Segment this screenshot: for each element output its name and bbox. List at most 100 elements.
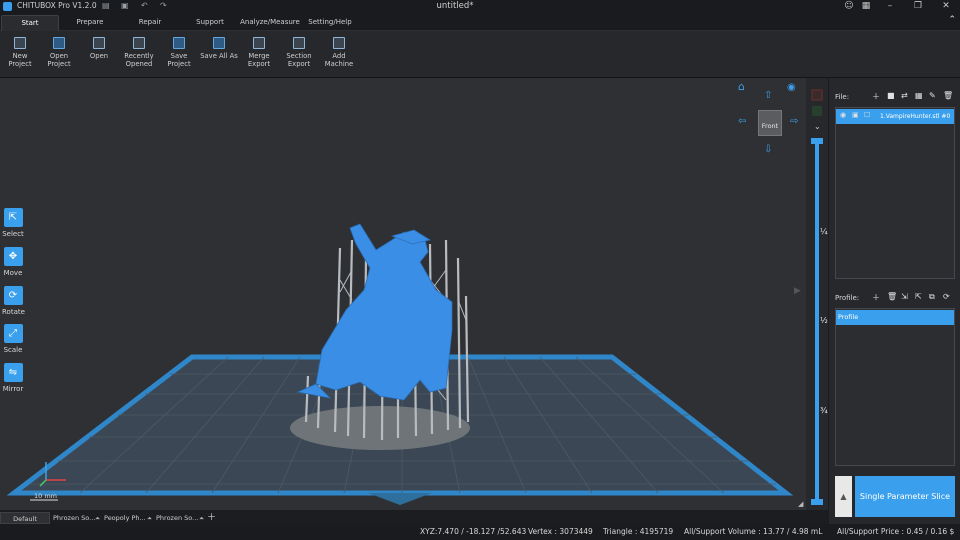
profile-list[interactable] bbox=[835, 308, 955, 466]
restore-icon[interactable]: ❐ bbox=[909, 0, 927, 13]
layer-mark-three-quarter: ¾ bbox=[820, 406, 828, 415]
save-project-icon bbox=[173, 37, 185, 49]
resize-corner-icon: ◢ bbox=[798, 500, 804, 508]
select-label: Select bbox=[2, 230, 24, 238]
slice-options-button[interactable]: ▲ bbox=[835, 476, 852, 517]
view-left-arrow-icon[interactable]: ⇦ bbox=[738, 116, 746, 127]
tab-phrozen-2[interactable]: Phrozen So... bbox=[156, 512, 198, 524]
grid-icon[interactable]: ▦ bbox=[915, 91, 923, 100]
tab-default[interactable]: Default bbox=[0, 512, 50, 524]
import-icon[interactable]: ⇲ bbox=[901, 292, 908, 301]
view-cube-front[interactable]: Front bbox=[758, 110, 782, 136]
minimize-icon[interactable]: – bbox=[881, 0, 899, 13]
square-icon[interactable]: ■ bbox=[887, 91, 895, 100]
section-export-button[interactable]: Section Export bbox=[279, 34, 319, 78]
layer-slider-graphic: ⌄ bbox=[811, 89, 823, 505]
add-profile-icon[interactable]: ＋ bbox=[872, 292, 880, 303]
vampire-hunter-model bbox=[296, 223, 453, 401]
delete-profile-icon[interactable]: 🗑 bbox=[887, 292, 897, 301]
slider-collapse-icon: ⌄ bbox=[814, 122, 821, 131]
layer-mark-half: ½ bbox=[820, 316, 828, 325]
select-tool[interactable]: ⇱ Select bbox=[2, 208, 24, 238]
save-project-label: Save Project bbox=[167, 52, 191, 68]
account-icon[interactable]: ☺ bbox=[840, 0, 858, 13]
export-icon[interactable]: ⇱ bbox=[915, 292, 922, 301]
move-tool[interactable]: ✥ Move bbox=[2, 247, 24, 277]
layer-mark-quarter: ¼ bbox=[820, 227, 828, 236]
mirror-label: Mirror bbox=[2, 385, 24, 393]
visibility-icon[interactable]: ◉ bbox=[787, 82, 796, 93]
slider-up-button bbox=[812, 106, 822, 116]
home-view-icon[interactable]: ⌂ bbox=[738, 80, 745, 93]
checkbox-icon[interactable]: ☐ bbox=[864, 111, 870, 119]
new-project-icon bbox=[14, 37, 26, 49]
layout-icon[interactable]: ▦ bbox=[857, 0, 875, 13]
tab-arrow-icon[interactable]: ⏶ bbox=[147, 512, 152, 524]
single-parameter-slice-button[interactable]: Single Parameter Slice bbox=[855, 476, 955, 517]
refresh-icon[interactable]: ⟳ bbox=[943, 292, 950, 301]
file-label: File: bbox=[835, 93, 850, 101]
layer-slider-bottom-handle bbox=[811, 499, 823, 505]
scale-icon: ⤢ bbox=[3, 324, 23, 343]
save-all-as-icon bbox=[213, 37, 225, 49]
add-machine-button[interactable]: Add Machine bbox=[319, 34, 359, 78]
tab-start[interactable]: Start bbox=[1, 15, 59, 31]
add-icon[interactable]: ＋ bbox=[872, 91, 880, 102]
add-tab-icon[interactable]: ＋ bbox=[207, 512, 216, 524]
close-icon[interactable]: ✕ bbox=[937, 0, 955, 13]
eye-icon[interactable]: ◉ bbox=[840, 111, 846, 119]
document-title: untitled* bbox=[436, 1, 474, 11]
merge-export-label: Merge Export bbox=[247, 52, 271, 68]
recently-opened-button[interactable]: Recently Opened bbox=[119, 34, 159, 78]
tab-arrow-icon[interactable]: ⏶ bbox=[95, 512, 100, 524]
open-project-label: Open Project bbox=[47, 52, 71, 68]
tab-analyze-measure[interactable]: Analyze/Measure bbox=[238, 15, 302, 31]
tab-peopoly[interactable]: Peopoly Ph... bbox=[104, 512, 146, 524]
swap-icon[interactable]: ⇄ bbox=[901, 91, 908, 100]
new-project-label: New Project bbox=[8, 52, 32, 68]
add-machine-icon bbox=[333, 37, 345, 49]
tab-arrow-icon[interactable]: ⏶ bbox=[199, 512, 204, 524]
file-list[interactable] bbox=[835, 107, 955, 279]
delete-icon[interactable]: 🗑 bbox=[943, 91, 953, 100]
edit-icon[interactable]: ✎ bbox=[929, 91, 936, 100]
save-project-button[interactable]: Save Project bbox=[159, 34, 199, 78]
rotate-icon: ⟳ bbox=[3, 286, 23, 305]
status-bar: XYZ:7.470 / -18.127 /52.643 Vertex : 307… bbox=[0, 524, 960, 540]
new-project-button[interactable]: New Project bbox=[0, 34, 40, 78]
model-raft bbox=[290, 406, 470, 450]
save-all-as-button[interactable]: Save All As bbox=[199, 34, 239, 78]
layer-slider-track bbox=[815, 140, 819, 504]
tab-repair[interactable]: Repair bbox=[121, 15, 179, 31]
model-thumbnail-icon: ▣ bbox=[852, 111, 859, 119]
copy-icon[interactable]: ⧉ bbox=[929, 292, 935, 302]
view-down-arrow-icon[interactable]: ⇩ bbox=[764, 144, 772, 155]
open-button[interactable]: Open bbox=[79, 34, 119, 78]
open-project-button[interactable]: Open Project bbox=[39, 34, 79, 78]
merge-export-button[interactable]: Merge Export bbox=[239, 34, 279, 78]
expand-panel-icon[interactable]: ▶ bbox=[794, 286, 801, 296]
machine-tabs: Default Phrozen So... ⏶ Peopoly Ph... ⏶ … bbox=[0, 510, 828, 524]
scale-tool[interactable]: ⤢ Scale bbox=[2, 324, 24, 354]
ribbon-toolbar: New Project Open Project Open Recently O… bbox=[0, 31, 960, 78]
recent-icon bbox=[133, 37, 145, 49]
view-right-arrow-icon[interactable]: ⇨ bbox=[790, 116, 798, 127]
scene-canvas bbox=[6, 223, 794, 505]
tab-phrozen-1[interactable]: Phrozen So... bbox=[53, 512, 95, 524]
mirror-tool[interactable]: ⇋ Mirror bbox=[2, 363, 24, 393]
collapse-ribbon-icon[interactable]: ⌃ bbox=[948, 15, 956, 25]
rotate-tool[interactable]: ⟳ Rotate bbox=[2, 286, 25, 316]
tab-setting-help[interactable]: Setting/Help bbox=[301, 15, 359, 31]
view-up-arrow-icon[interactable]: ⇧ bbox=[764, 90, 772, 101]
plate-front-notch bbox=[368, 493, 432, 505]
menu-bar: Start Prepare Repair Support Analyze/Mea… bbox=[0, 13, 960, 31]
tab-prepare[interactable]: Prepare bbox=[61, 15, 119, 31]
price-readout: All/Support Price : 0.45 / 0.16 $ bbox=[837, 527, 955, 536]
section-export-icon bbox=[293, 37, 305, 49]
move-label: Move bbox=[3, 269, 23, 277]
rotate-label: Rotate bbox=[2, 308, 25, 316]
profile-list-item[interactable]: Profile bbox=[836, 310, 954, 325]
3d-viewport[interactable]: ⌂ ◉ ⇧ ⇦ ⇨ ⇩ ▶ ⇱ Select ✥ Move ⟳ Rotate ⤢… bbox=[0, 78, 806, 510]
tab-support[interactable]: Support bbox=[181, 15, 239, 31]
save-all-as-label: Save All As bbox=[200, 52, 238, 60]
